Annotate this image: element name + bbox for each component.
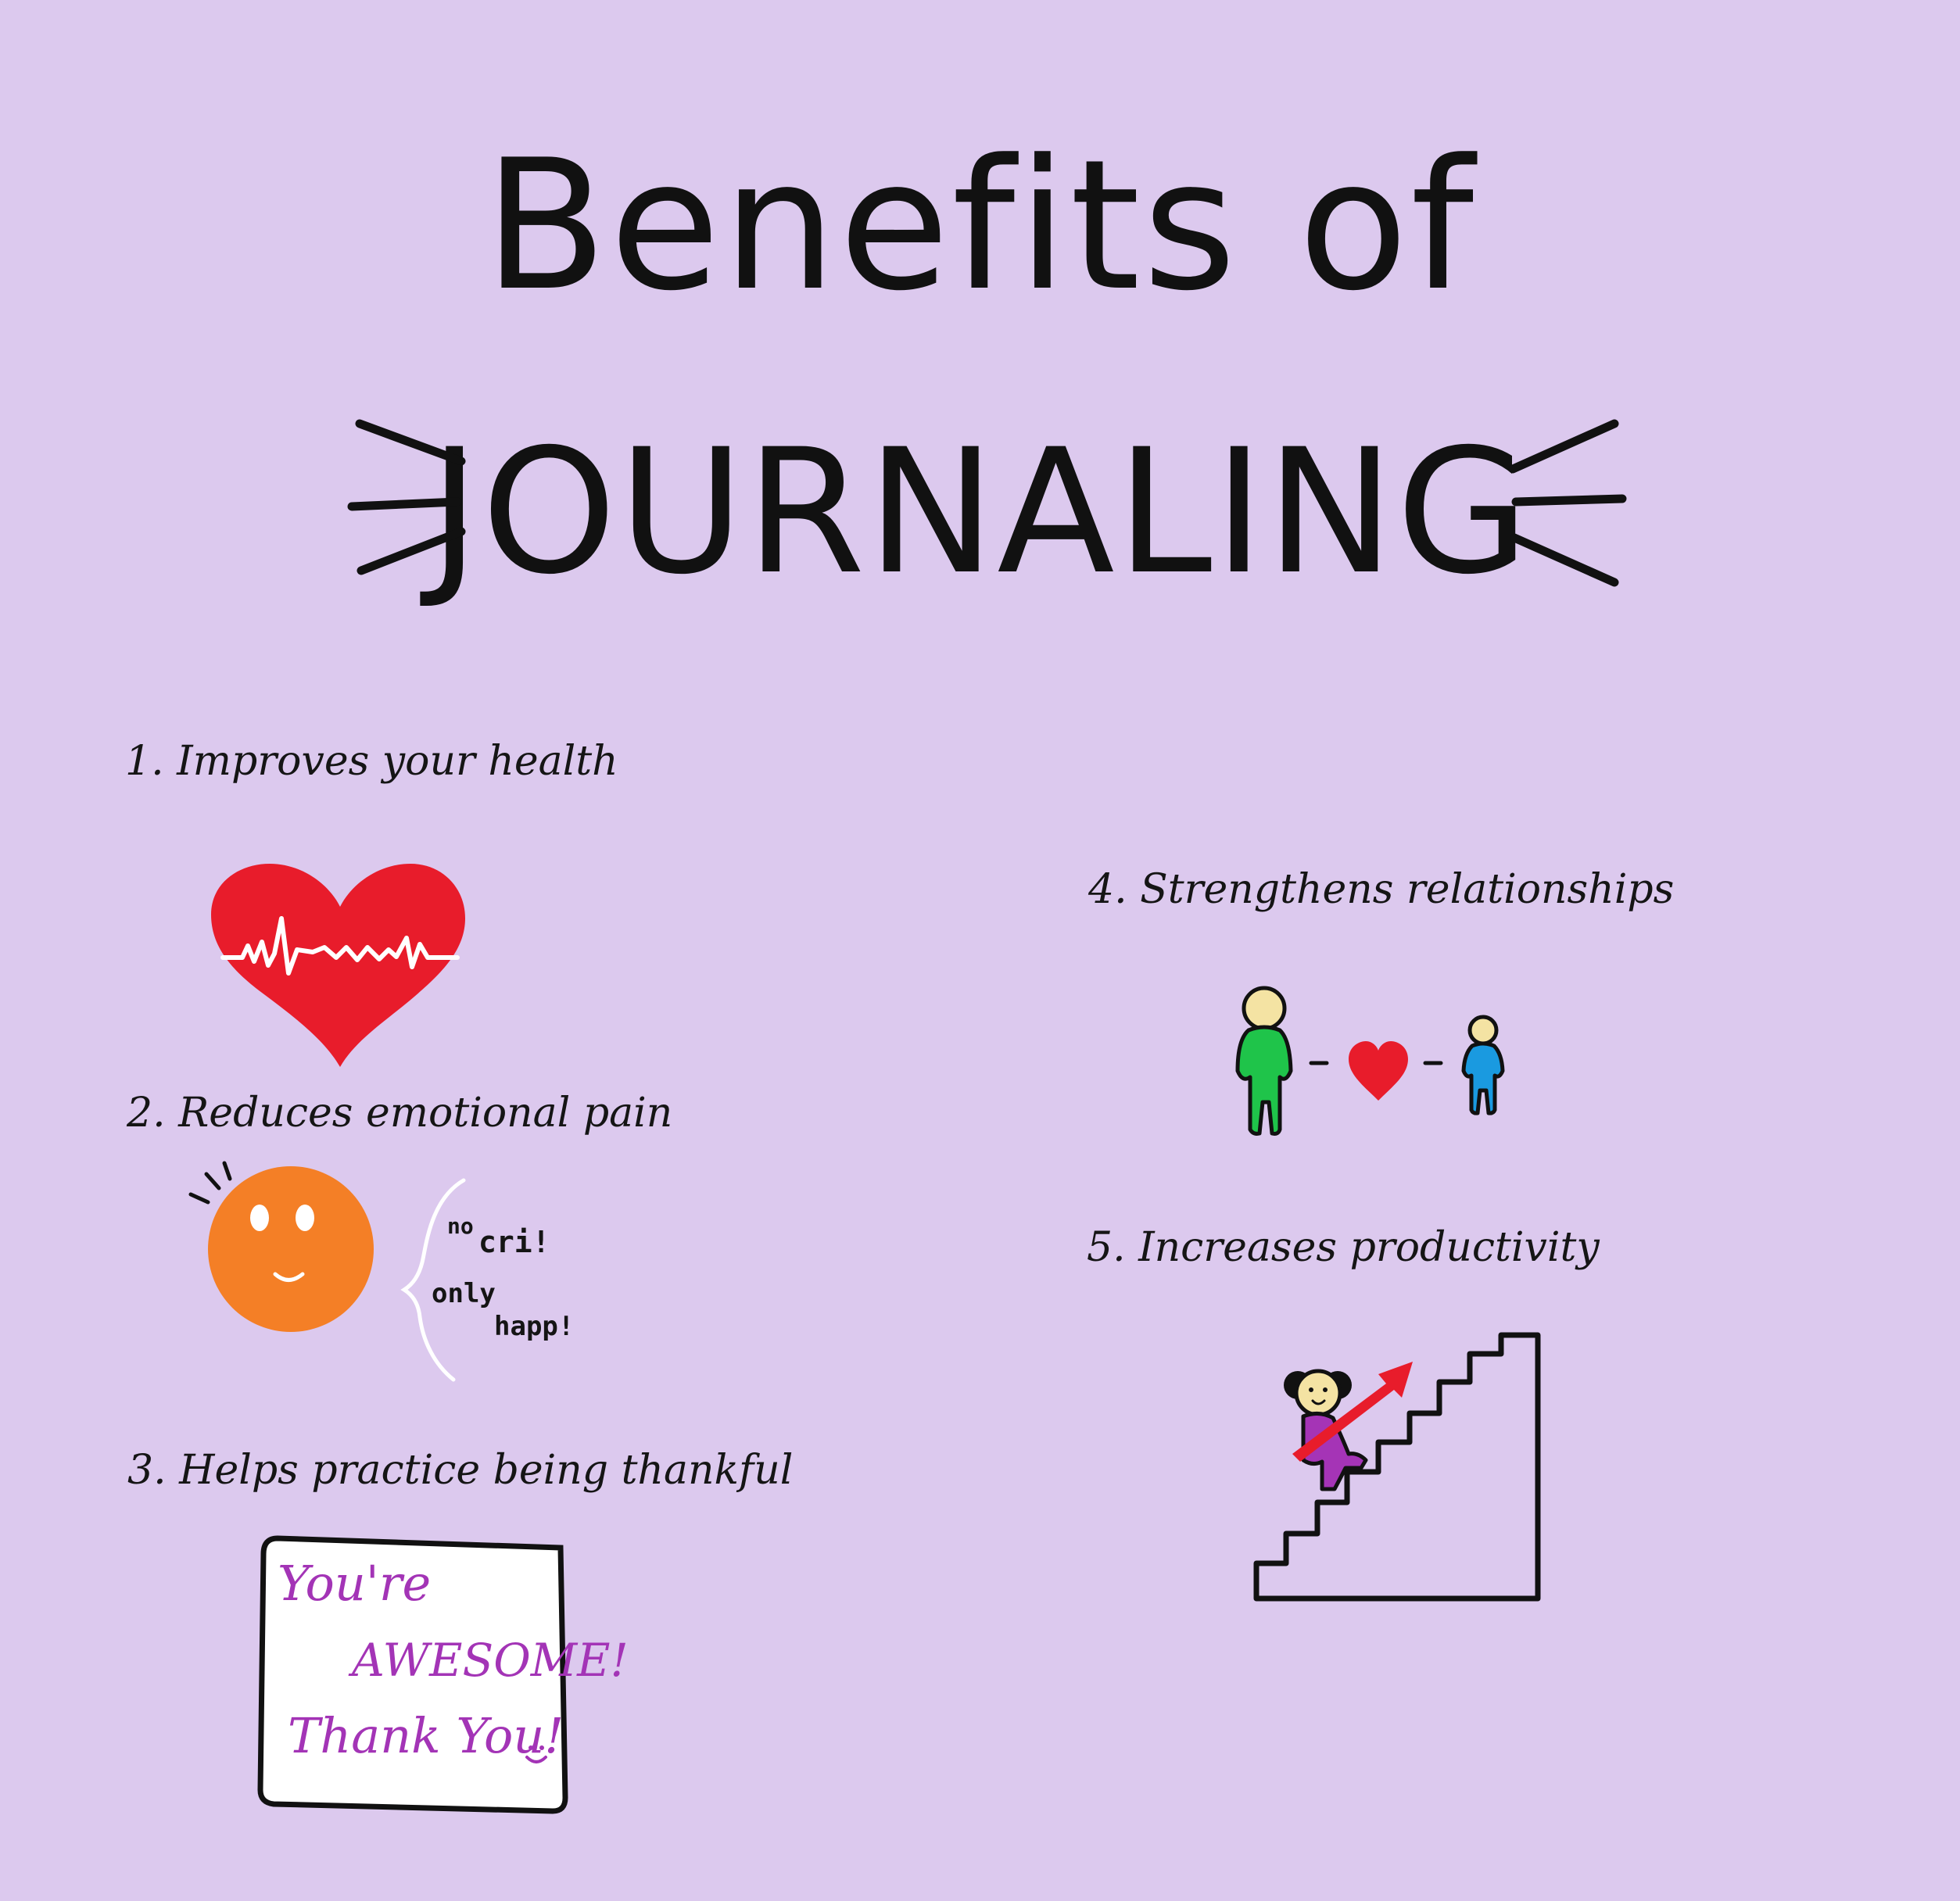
title-line-1: Benefits of [483, 122, 1477, 331]
speech-text-cri: cri! [478, 1225, 550, 1259]
benefit-2-label: 2. Reduces emotional pain [127, 1090, 673, 1137]
small-smile-icon [525, 1745, 547, 1763]
smiley-face-icon [188, 1161, 374, 1332]
benefit-1-label: 1. Improves your health [125, 738, 618, 785]
stairs-climb-icon [1253, 1332, 1541, 1602]
journaling-infographic: Benefits of JOURNALING 1. Improves your … [0, 0, 1960, 1901]
speech-text-happ: happ! [494, 1311, 575, 1342]
benefit-5-label: 5. Increases productivity [1087, 1224, 1600, 1271]
benefit-3-label: 3. Helps practice being thankful [127, 1447, 794, 1494]
speech-text-only: only [432, 1278, 496, 1309]
benefit-4-label: 4. Strengthens relationships [1088, 866, 1675, 913]
speech-text-no: no [447, 1213, 474, 1239]
heartbeat-heart-icon [211, 864, 465, 1067]
note-text-awesome: AWESOME! [352, 1634, 629, 1687]
burst-lines-right-icon [1508, 419, 1627, 587]
title-line-2: JOURNALING [428, 412, 1532, 612]
burst-lines-left-icon [347, 419, 466, 575]
two-people-heart-icon [1235, 986, 1505, 1136]
note-text-youre: You're [278, 1555, 432, 1612]
